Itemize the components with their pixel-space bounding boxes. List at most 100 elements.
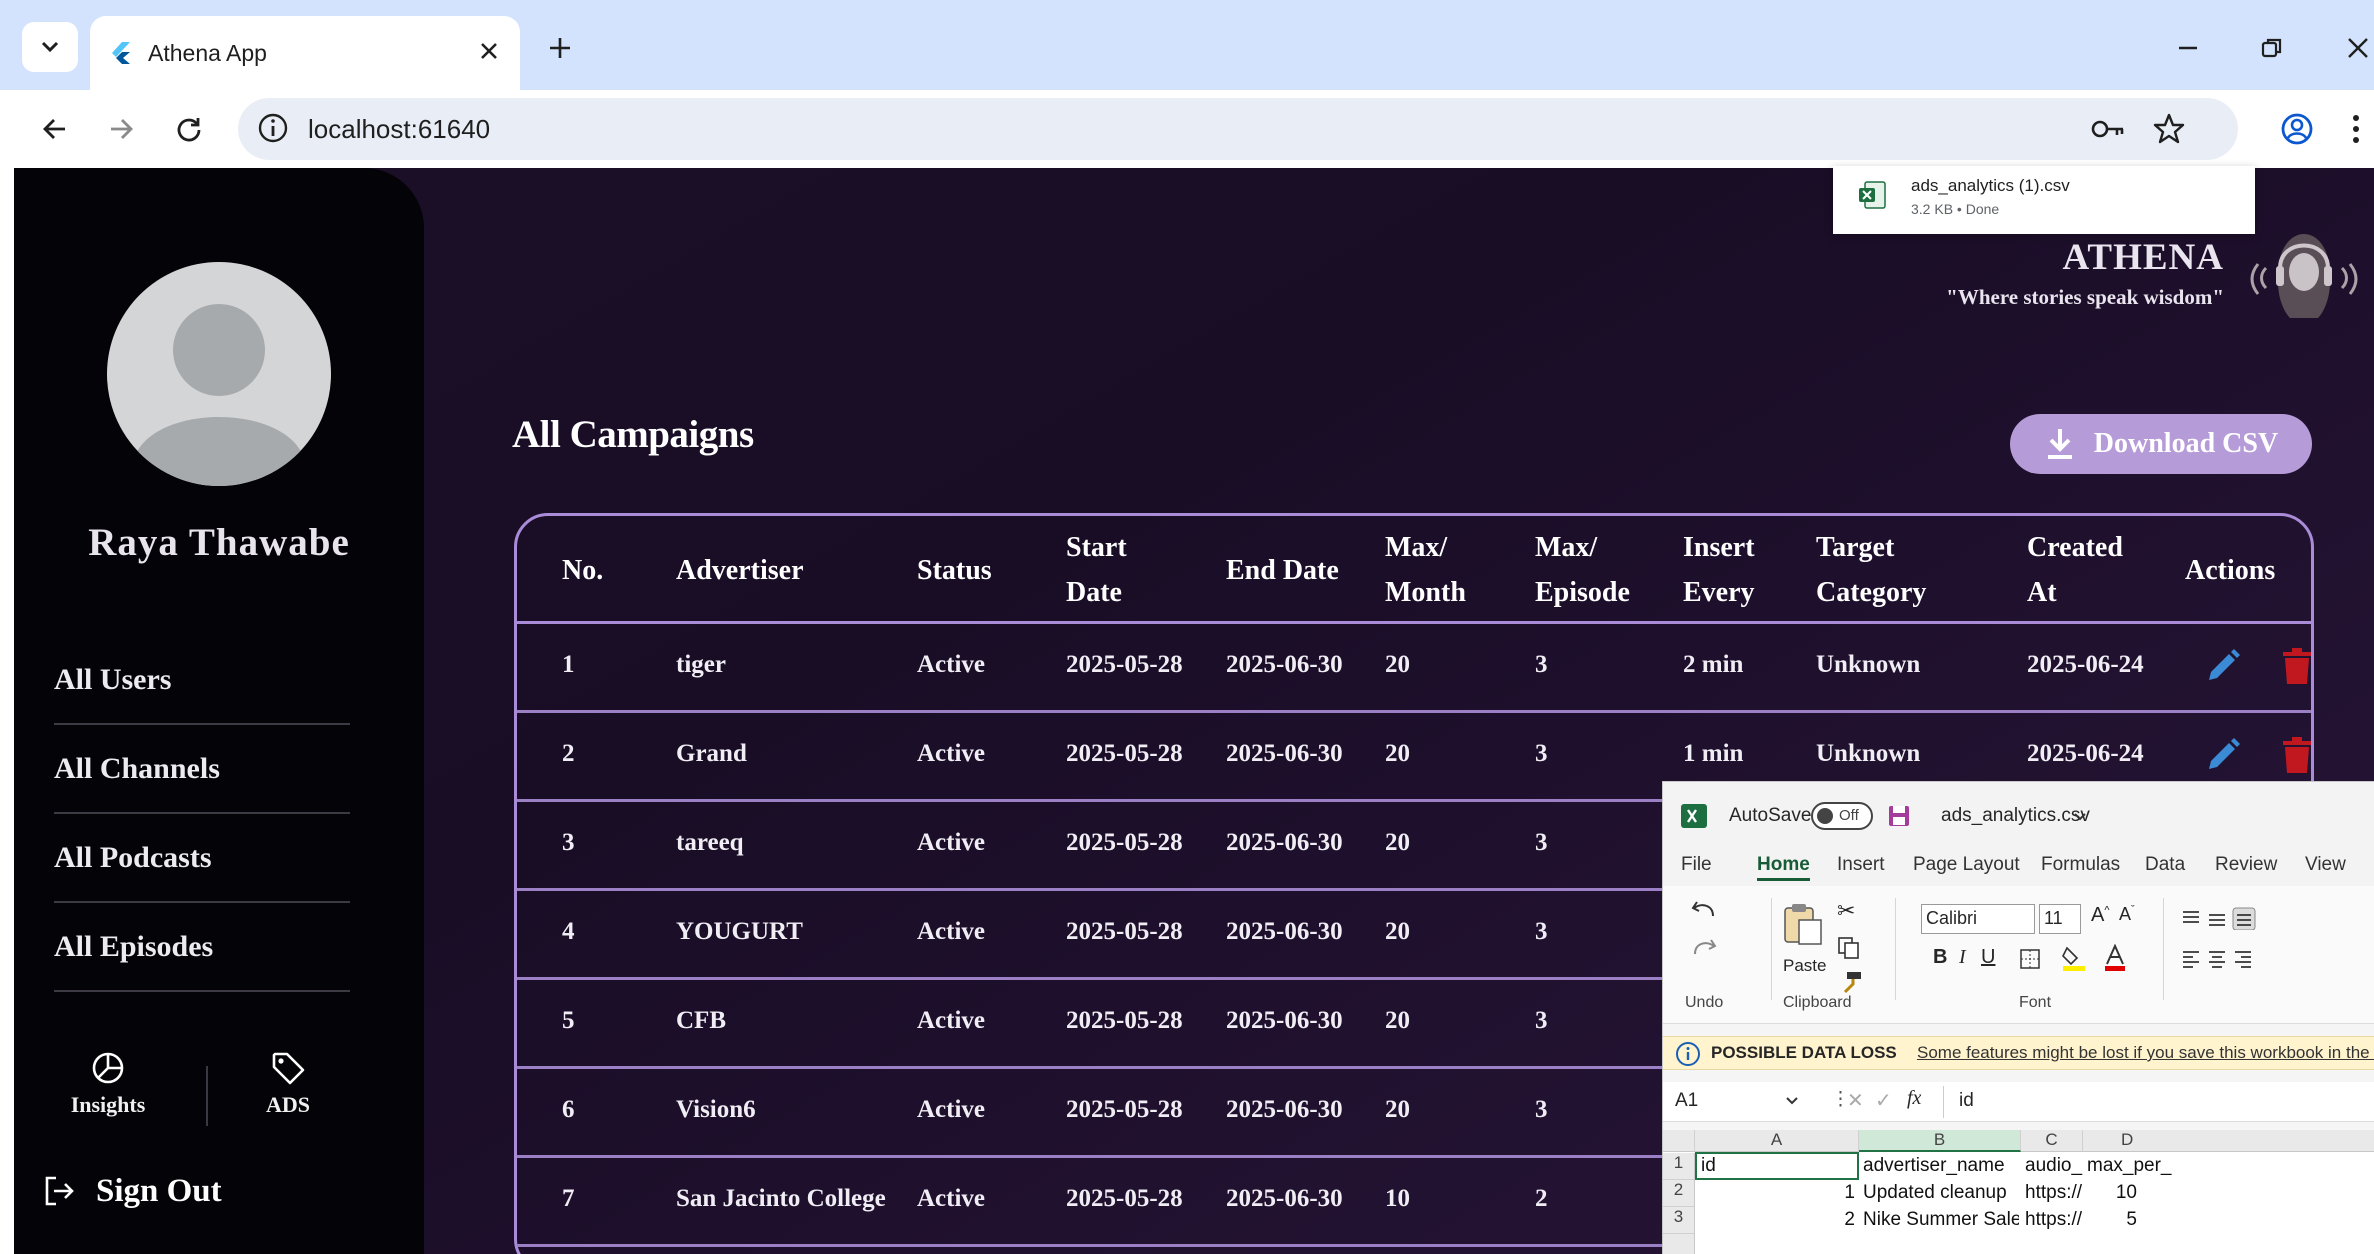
copy-icon[interactable]	[1837, 936, 1861, 960]
cell-b1[interactable]: advertiser_name	[1863, 1155, 2019, 1177]
site-info-icon[interactable]	[256, 111, 290, 145]
bookmark-star-icon[interactable]	[2152, 112, 2186, 146]
ribbon-tab-formulas[interactable]: Formulas	[2041, 854, 2120, 876]
browser-menu-button[interactable]	[2344, 104, 2368, 154]
warning-text[interactable]: Some features might be lost if you save …	[1917, 1043, 2374, 1063]
group-label-undo: Undo	[1685, 994, 1724, 1011]
reload-icon	[177, 118, 201, 142]
cell-b2[interactable]: Updated cleanup	[1863, 1182, 2019, 1204]
edit-icon[interactable]	[2203, 735, 2243, 775]
cell-max-month: 20	[1385, 651, 1410, 678]
divider	[1771, 898, 1772, 1000]
save-icon[interactable]	[1887, 804, 1911, 828]
fill-color-icon[interactable]	[2061, 944, 2087, 972]
header-line: Month	[1385, 577, 1466, 608]
ribbon-tab-view[interactable]: View	[2305, 854, 2346, 876]
close-tab-icon[interactable]	[474, 36, 504, 66]
column-header-target-category: Target Category	[1816, 525, 1926, 615]
logout-icon	[45, 1176, 74, 1206]
cell-a3[interactable]: 2	[1697, 1209, 1855, 1231]
minimize-button[interactable]	[2166, 26, 2210, 70]
function-icon[interactable]: fx	[1907, 1087, 1921, 1110]
cell-a2[interactable]: 1	[1697, 1182, 1855, 1204]
autosave-toggle[interactable]: Off	[1811, 802, 1873, 830]
divider	[1895, 898, 1896, 1000]
insights-button[interactable]: Insights	[48, 1050, 168, 1118]
cell-c1[interactable]: audio_url	[2025, 1155, 2083, 1177]
column-header-c[interactable]: C	[2021, 1130, 2083, 1152]
horizontal-align-icons[interactable]	[2179, 948, 2269, 970]
confirm-icon[interactable]: ✓	[1875, 1088, 1892, 1113]
format-painter-icon[interactable]	[1839, 970, 1863, 994]
delete-icon[interactable]	[2279, 735, 2314, 775]
sidebar-item-users[interactable]: All Users	[54, 636, 350, 725]
column-header-a[interactable]: A	[1695, 1130, 1859, 1152]
address-bar[interactable]: localhost:61640	[238, 98, 2238, 160]
close-window-button[interactable]	[2336, 26, 2374, 70]
cell-d1[interactable]: max_per_	[2087, 1155, 2207, 1177]
cut-icon[interactable]: ✂	[1837, 898, 1855, 924]
ribbon-tab-home[interactable]: Home	[1757, 854, 1810, 881]
delete-icon[interactable]	[2279, 646, 2314, 686]
select-all-corner[interactable]	[1663, 1130, 1695, 1152]
download-csv-button[interactable]: Download CSV	[2010, 414, 2312, 474]
ads-button[interactable]: ADS	[228, 1050, 348, 1118]
excel-filename[interactable]: ads_analytics.csv	[1941, 805, 2090, 827]
font-color-icon[interactable]	[2103, 944, 2127, 972]
decrease-font-icon[interactable]: Aˇ	[2119, 904, 2135, 925]
underline-icon[interactable]: U	[1981, 946, 1995, 969]
cell-d2[interactable]: 10	[2087, 1182, 2137, 1204]
row-header[interactable]: 1	[1663, 1153, 1695, 1180]
vertical-align-icons[interactable]	[2179, 906, 2269, 930]
ribbon-tab-page-layout[interactable]: Page Layout	[1913, 854, 2020, 876]
row-header[interactable]: 3	[1663, 1207, 1695, 1234]
sidebar-item-channels[interactable]: All Channels	[54, 725, 350, 814]
cell-b3[interactable]: Nike Summer Sale	[1863, 1209, 2019, 1231]
forward-button[interactable]	[96, 104, 146, 154]
header-line: Episode	[1535, 577, 1630, 608]
column-header-d[interactable]: D	[2083, 1130, 2374, 1152]
ribbon-tab-file[interactable]: File	[1681, 854, 1712, 876]
key-icon[interactable]	[2090, 114, 2126, 144]
close-icon	[2348, 38, 2368, 58]
ribbon-tab-review[interactable]: Review	[2215, 854, 2277, 876]
cell-c2[interactable]: https://re	[2025, 1182, 2083, 1204]
download-bubble[interactable]: ads_analytics (1).csv 3.2 KB • Done	[1833, 166, 2255, 234]
reload-button[interactable]	[164, 104, 214, 154]
cell-status: Active	[917, 740, 986, 767]
borders-icon[interactable]	[2019, 948, 2041, 970]
font-name-select[interactable]: Calibri	[1921, 904, 2035, 934]
profile-button[interactable]	[2272, 104, 2322, 154]
ribbon-tab-insert[interactable]: Insert	[1837, 854, 1885, 876]
restore-button[interactable]	[2250, 26, 2294, 70]
row-header[interactable]: 2	[1663, 1180, 1695, 1207]
cell-status: Active	[917, 1185, 986, 1212]
formula-input[interactable]: id	[1959, 1090, 1974, 1112]
column-header-max-episode: Max/Episode	[1535, 525, 1630, 615]
edit-icon[interactable]	[2203, 646, 2243, 686]
cell-c3[interactable]: https://re	[2025, 1209, 2083, 1231]
italic-icon[interactable]: I	[1959, 946, 1966, 969]
cell-d3[interactable]: 5	[2087, 1209, 2137, 1231]
undo-icon[interactable]	[1691, 898, 1717, 920]
sidebar-item-podcasts[interactable]: All Podcasts	[54, 814, 350, 903]
column-header-b[interactable]: B	[1859, 1130, 2021, 1152]
sidebar-item-episodes[interactable]: All Episodes	[54, 903, 350, 992]
browser-tab-active[interactable]: Athena App	[90, 16, 520, 90]
excel-file-icon	[1859, 181, 1886, 209]
bold-icon[interactable]: B	[1933, 946, 1947, 969]
tab-search-button[interactable]	[22, 22, 78, 72]
avatar[interactable]	[107, 262, 331, 486]
new-tab-button[interactable]	[538, 26, 582, 70]
ribbon-tab-data[interactable]: Data	[2145, 854, 2185, 876]
header-line: Target	[1816, 532, 1895, 563]
font-size-select[interactable]: 11	[2039, 904, 2081, 934]
increase-font-icon[interactable]: A^	[2091, 904, 2110, 927]
paste-icon[interactable]	[1779, 902, 1825, 946]
cancel-icon[interactable]: ✕	[1847, 1088, 1864, 1113]
cell-a1[interactable]: id	[1701, 1155, 1851, 1177]
back-button[interactable]	[30, 104, 80, 154]
sign-out-button[interactable]: Sign Out	[42, 1166, 222, 1216]
row-header[interactable]	[1663, 1234, 1695, 1254]
redo-icon[interactable]	[1691, 936, 1717, 958]
